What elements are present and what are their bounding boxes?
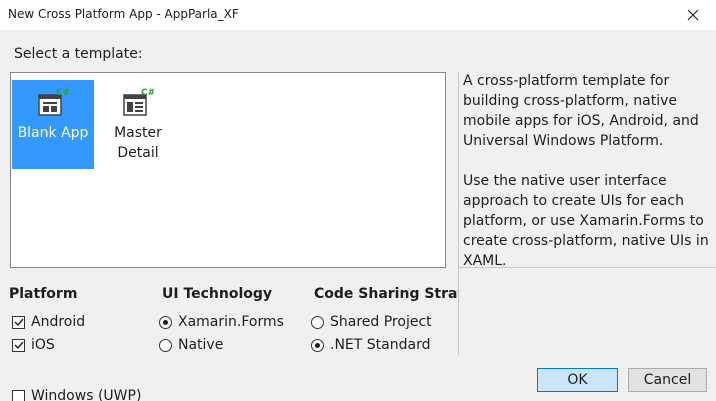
radio-label: Shared Project [330, 314, 432, 330]
platform-uwp-clip: Windows (UWP) [9, 385, 149, 401]
platform-ios-checkbox[interactable]: iOS [12, 337, 55, 353]
cancel-button[interactable]: Cancel [628, 368, 707, 392]
checkmark-icon [14, 341, 24, 350]
radio-label: .NET Standard [330, 337, 431, 353]
template-master-detail[interactable]: C# Master Detail [97, 80, 179, 169]
platform-android-checkbox[interactable]: Android [12, 314, 85, 330]
ui-technology-group: UI Technology [162, 286, 272, 302]
window-title: New Cross Platform App - AppParla_XF [8, 7, 239, 21]
svg-text:C#: C# [141, 88, 154, 98]
dialog-content: Select a template: C# Blank App C# Maste… [0, 30, 716, 401]
checkbox-label: Android [31, 314, 86, 330]
ui-tech-xamarin-forms-radio[interactable]: Xamarin.Forms [159, 314, 284, 330]
code-sharing-net-standard-radio[interactable]: .NET Standard [311, 337, 430, 353]
checkbox-box[interactable] [12, 389, 25, 401]
radio-circle[interactable] [159, 315, 172, 329]
ui-technology-title: UI Technology [162, 286, 273, 302]
description-paragraph-2: Use the native user interface approach t… [463, 173, 709, 269]
template-list[interactable]: C# Blank App C# Master Detail [10, 72, 446, 268]
radio-label: Native [178, 337, 224, 353]
blank-app-template-icon: C# [38, 88, 69, 116]
template-label: Master Detail [114, 123, 162, 163]
template-label-line1: Master [114, 125, 162, 141]
platform-group: Platform [9, 286, 77, 302]
divider-vertical [458, 72, 459, 355]
ui-tech-native-radio[interactable]: Native [159, 337, 223, 353]
code-sharing-shared-project-radio[interactable]: Shared Project [311, 314, 432, 330]
code-sharing-title: Code Sharing Strategy [314, 286, 458, 302]
close-icon [687, 9, 699, 21]
radio-label: Xamarin.Forms [178, 314, 284, 330]
svg-text:C#: C# [56, 88, 69, 98]
description-paragraph-1: A cross-platform template for building c… [463, 73, 699, 149]
checkbox-label: Windows (UWP) [31, 388, 142, 401]
platform-title: Platform [9, 286, 78, 302]
title-bar: New Cross Platform App - AppParla_XF [0, 0, 716, 30]
radio-circle[interactable] [311, 338, 324, 352]
select-template-label: Select a template: [14, 46, 143, 62]
close-button[interactable] [670, 0, 716, 30]
template-blank-app[interactable]: C# Blank App [12, 80, 94, 169]
checkbox-box[interactable] [12, 338, 25, 352]
radio-dot [315, 342, 320, 348]
template-description: A cross-platform template for building c… [463, 71, 711, 291]
checkbox-label: iOS [31, 337, 55, 353]
platform-uwp-checkbox[interactable]: Windows (UWP) [12, 388, 141, 401]
radio-circle[interactable] [159, 338, 172, 352]
ok-button[interactable]: OK [537, 368, 618, 392]
radio-circle[interactable] [311, 315, 324, 329]
template-label-line2: Detail [117, 145, 159, 161]
divider-horizontal [459, 267, 716, 268]
template-label: Blank App [17, 125, 89, 141]
code-sharing-group: Code Sharing Strategy [314, 286, 458, 302]
checkmark-icon [14, 318, 24, 327]
radio-dot [163, 319, 168, 325]
master-detail-template-icon: C# [123, 88, 154, 116]
checkbox-box[interactable] [12, 315, 25, 329]
